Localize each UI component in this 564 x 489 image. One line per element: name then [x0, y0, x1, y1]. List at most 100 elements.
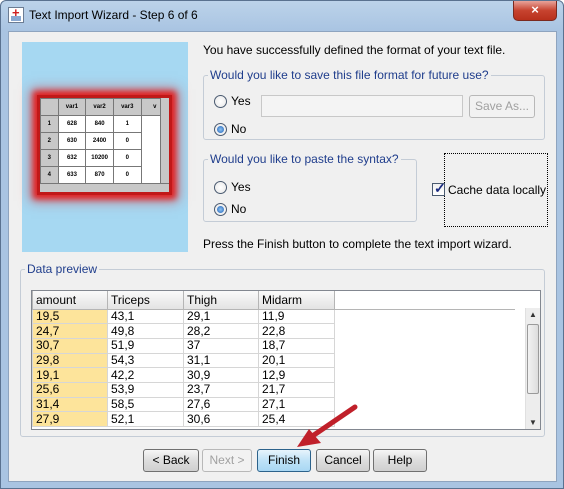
table-row: 30,7 51,9 37 18,7 [32, 337, 515, 354]
save-as-button[interactable]: Save As... [469, 95, 535, 118]
illustration-row: 4 633 870 0 [40, 166, 169, 184]
table-row: 27,9 52,1 30,6 25,4 [32, 411, 515, 427]
preview-cell: 27,6 [183, 396, 259, 413]
scroll-thumb[interactable] [527, 324, 539, 394]
illustration-cell: 1 [40, 115, 59, 133]
illustration-cell: 628 [57, 115, 87, 133]
illustration-cell: 630 [57, 132, 87, 150]
preview-cell: 30,6 [183, 411, 259, 427]
preview-cell: 52,1 [107, 411, 184, 427]
radio-label: Yes [231, 94, 251, 108]
preview-cell: 51,9 [107, 337, 184, 354]
save-format-path-field[interactable] [261, 95, 463, 117]
preview-cell: 29,8 [32, 352, 108, 369]
success-message: You have successfully defined the format… [203, 43, 506, 57]
preview-cell: 25,6 [32, 381, 108, 398]
preview-cell: 42,2 [107, 367, 184, 383]
table-row: 19,1 42,2 30,9 12,9 [32, 367, 515, 383]
radio-label: No [231, 122, 247, 136]
preview-column-header[interactable]: Triceps [107, 291, 184, 310]
data-preview-legend: Data preview [27, 262, 98, 276]
illustration-cell: 0 [112, 166, 142, 184]
save-format-yes-radio[interactable]: Yes [214, 94, 251, 108]
help-button[interactable]: Help [373, 449, 427, 472]
illustration-cell: 4 [40, 166, 59, 184]
illustration-row: 3 632 10200 0 [40, 149, 169, 167]
paste-syntax-no-radio[interactable]: No [214, 202, 246, 216]
table-row: 19,5 43,1 29,1 11,9 [32, 308, 515, 325]
preview-cell: 11,9 [258, 308, 335, 325]
cache-data-checkbox[interactable]: ✓ [432, 180, 446, 196]
checkmark-icon: ✓ [434, 180, 446, 196]
cache-data-label[interactable]: Cache data locally [448, 183, 546, 197]
preview-filler-cell [335, 412, 515, 427]
next-button[interactable]: Next > [202, 449, 252, 472]
illustration-vscroll [160, 98, 169, 192]
preview-filler-cell [335, 353, 515, 368]
preview-cell: 23,7 [183, 381, 259, 398]
radio-circle[interactable] [214, 180, 227, 194]
preview-vertical-scrollbar[interactable]: ▲ ▼ [525, 308, 540, 429]
preview-cell: 49,8 [107, 323, 184, 339]
preview-cell: 54,3 [107, 352, 184, 369]
preview-cell: 22,8 [258, 323, 335, 339]
illustration-row: 1 628 840 1 [40, 115, 169, 133]
illustration-cell: 1 [112, 115, 142, 133]
radio-label: No [231, 202, 247, 216]
cache-data-focus-box[interactable]: ✓ Cache data locally [432, 153, 548, 227]
illustration-hscroll [40, 183, 169, 192]
illustration-grid: var1 var2 var3 v 1 628 840 1 2 630 2400 0 3 632 10200… [40, 98, 169, 184]
preview-cell: 58,5 [107, 396, 184, 413]
radio-circle[interactable] [214, 122, 227, 136]
preview-cell: 31,1 [183, 352, 259, 369]
preview-column-header[interactable]: Midarm [258, 291, 335, 310]
radio-circle[interactable] [214, 94, 227, 108]
preview-cell: 53,9 [107, 381, 184, 398]
paste-syntax-yes-radio[interactable]: Yes [214, 180, 251, 194]
save-format-no-radio[interactable]: No [214, 122, 246, 136]
preview-cell: 31,4 [32, 396, 108, 413]
preview-filler-cell [335, 368, 515, 383]
illustration-row: 2 630 2400 0 [40, 132, 169, 150]
save-format-legend: Would you like to save this file format … [210, 68, 489, 82]
scroll-down-icon[interactable]: ▼ [526, 416, 540, 429]
preview-filler-cell [335, 397, 515, 412]
illustration-col-header: var3 [112, 98, 142, 116]
preview-cell: 24,7 [32, 323, 108, 339]
preview-cell: 37 [183, 337, 259, 354]
illustration-cell: 3 [40, 149, 59, 167]
preview-cell: 12,9 [258, 367, 335, 383]
table-row: 24,7 49,8 28,2 22,8 [32, 323, 515, 339]
preview-table: amount Triceps Thigh Midarm 19,5 43,1 29,1 11,… [32, 291, 515, 427]
scroll-up-icon[interactable]: ▲ [526, 308, 540, 322]
preview-column-header[interactable]: Thigh [183, 291, 259, 310]
preview-cell: 30,9 [183, 367, 259, 383]
illustration-cell: 10200 [85, 149, 114, 167]
preview-cell: 19,5 [32, 308, 108, 325]
illustration-cell: 0 [112, 149, 142, 167]
preview-filler-cell [335, 309, 515, 324]
radio-circle[interactable] [214, 202, 227, 216]
close-button[interactable]: × [513, 1, 557, 21]
illustration-cell: 0 [112, 132, 142, 150]
table-row: 31,4 58,5 27,6 27,1 [32, 396, 515, 413]
preview-header-filler [334, 291, 515, 310]
paste-syntax-legend: Would you like to paste the syntax? [210, 152, 399, 166]
table-row: 29,8 54,3 31,1 20,1 [32, 352, 515, 369]
preview-cell: 43,1 [107, 308, 184, 325]
preview-cell: 30,7 [32, 337, 108, 354]
corner-cell [40, 98, 59, 116]
illustration-cell: 632 [57, 149, 87, 167]
spreadsheet-illustration: var1 var2 var3 v 1 628 840 1 2 630 2400 0 3 632 10200… [37, 95, 172, 195]
illustration-col-header: var1 [57, 98, 87, 116]
data-preview-grid[interactable]: amount Triceps Thigh Midarm 19,5 43,1 29,1 11,… [31, 290, 541, 430]
wizard-client-area: var1 var2 var3 v 1 628 840 1 2 630 2400 0 3 632 10200… [8, 31, 557, 482]
preview-cell: 29,1 [183, 308, 259, 325]
annotation-arrow [297, 404, 358, 447]
back-button[interactable]: < Back [143, 449, 199, 472]
title-bar: + Text Import Wizard - Step 6 of 6 × [1, 1, 563, 31]
window-title: Text Import Wizard - Step 6 of 6 [29, 8, 198, 22]
preview-column-header[interactable]: amount [32, 291, 108, 310]
preview-cell: 20,1 [258, 352, 335, 369]
preview-cell: 27,9 [32, 411, 108, 427]
